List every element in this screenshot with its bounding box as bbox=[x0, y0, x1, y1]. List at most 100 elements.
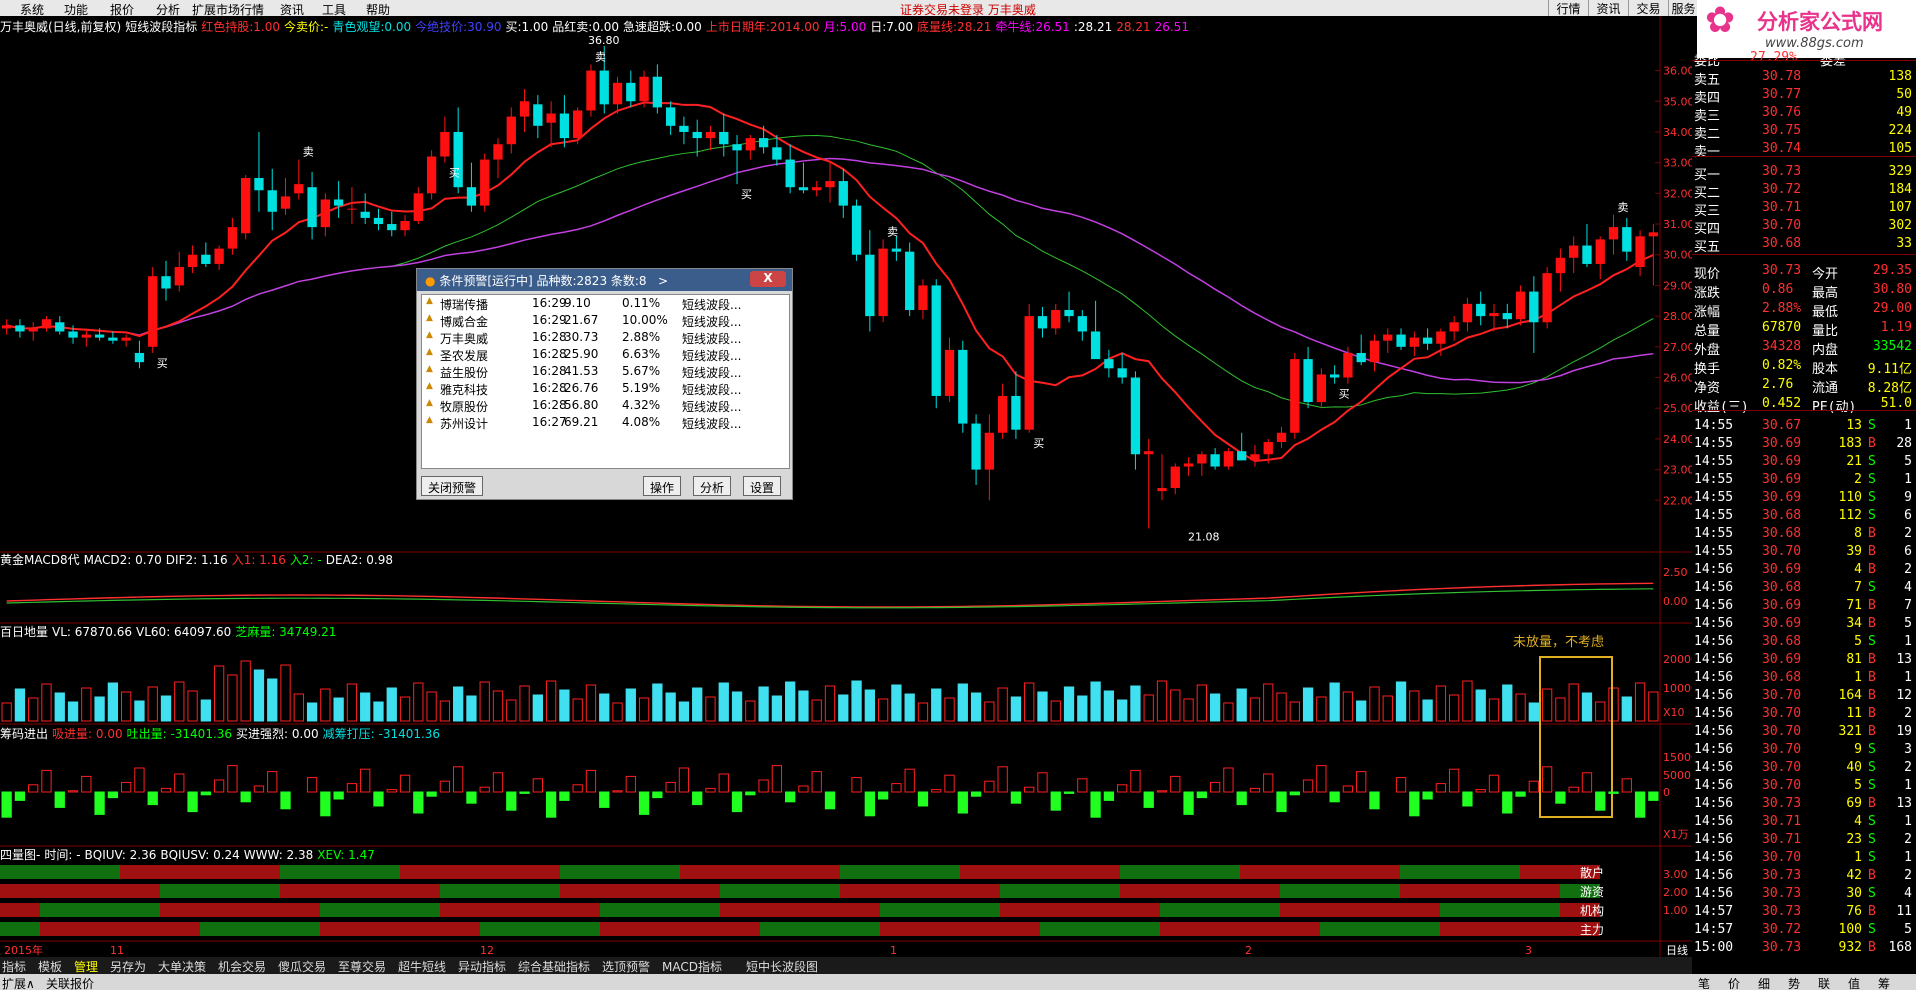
quote-label: 最高 bbox=[1812, 286, 1839, 301]
alert-list[interactable]: ▲ 博瑞传播 16:29 9.10 0.11% 短线波段... ▲ 博威合金 16:29 21.6… bbox=[421, 294, 790, 469]
four-volume-segment bbox=[1400, 865, 1440, 879]
detail-tab[interactable]: 笔 bbox=[1698, 975, 1710, 990]
tick-price: 30.71 bbox=[1762, 832, 1802, 847]
alert-dialog-arrow-icon[interactable]: > bbox=[650, 274, 668, 288]
arrow-up-icon: ▲ bbox=[426, 313, 433, 323]
close-alert-button[interactable]: 关闭预警 bbox=[421, 476, 484, 496]
four-volume-segment bbox=[360, 922, 400, 936]
kline-chart[interactable]: 36.0035.0034.0033.0032.0031.0030.0029.00… bbox=[0, 16, 1692, 957]
analyze-button[interactable]: 分析 bbox=[693, 476, 732, 496]
status-link[interactable]: 扩展∧ bbox=[2, 975, 35, 990]
chip-bar bbox=[1143, 791, 1154, 808]
quote-row: 收益(三) 0.452 PE(动) 51.0 bbox=[1692, 396, 1916, 415]
volume-bar bbox=[1037, 691, 1048, 722]
alert-price: 30.73 bbox=[564, 330, 599, 344]
detail-tab[interactable]: 值 bbox=[1848, 975, 1860, 990]
detail-tab[interactable]: 联 bbox=[1818, 975, 1830, 990]
volume-bar bbox=[559, 689, 570, 722]
volume-bar bbox=[439, 700, 451, 722]
indicator-tab[interactable]: 指标 bbox=[2, 958, 26, 975]
indicator-tab[interactable]: 异动指标 bbox=[458, 958, 506, 975]
indicator-tab[interactable]: 选顶预警 bbox=[602, 958, 650, 975]
candle-body bbox=[1210, 454, 1220, 467]
tick-price: 30.70 bbox=[1762, 706, 1802, 721]
alert-row[interactable]: ▲ 圣农发展 16:28 25.90 6.63% 短线波段... bbox=[422, 347, 787, 364]
tick-volume: 21 bbox=[1846, 454, 1862, 469]
indicator-tab[interactable]: 机会交易 bbox=[218, 958, 266, 975]
detail-tab[interactable]: 价 bbox=[1728, 975, 1740, 990]
tick-volume: 30 bbox=[1846, 886, 1862, 901]
candle-body bbox=[546, 113, 556, 123]
four-volume-segment bbox=[1320, 903, 1360, 917]
operate-button[interactable]: 操作 bbox=[643, 476, 682, 496]
detail-tab[interactable]: 细 bbox=[1758, 975, 1770, 990]
four-volume-segment bbox=[320, 884, 360, 898]
tick-count: 1 bbox=[1904, 778, 1912, 793]
orderbook-buy-row: 买五 30.68 33 bbox=[1692, 236, 1916, 255]
tick-side: S bbox=[1868, 760, 1876, 775]
indicator-tab[interactable]: 超牛短线 bbox=[398, 958, 446, 975]
title_line-item: 月:5.00 bbox=[823, 20, 867, 34]
settings-button[interactable]: 设置 bbox=[743, 476, 782, 496]
candle-body bbox=[28, 328, 38, 332]
chip-bar bbox=[1488, 774, 1500, 793]
sell-signal-label: 卖 bbox=[887, 225, 898, 238]
panel-separator bbox=[1692, 60, 1916, 61]
tick-volume: 39 bbox=[1846, 544, 1862, 559]
indicator-tab[interactable]: 另存为 bbox=[110, 958, 146, 975]
window-button-service[interactable]: 服务 bbox=[1668, 0, 1698, 16]
detail-tab[interactable]: 势 bbox=[1788, 975, 1800, 990]
alert-row[interactable]: ▲ 益生股份 16:28 41.53 5.67% 短线波段... bbox=[422, 364, 787, 381]
four-volume-segment bbox=[280, 903, 320, 917]
alert-row[interactable]: ▲ 牧原股份 16:28 56.80 4.32% 短线波段... bbox=[422, 398, 787, 415]
alert-dialog[interactable]: ● 条件预警[运行中] 品种数:2823 条数:8 > X ▲ 博瑞传播 16:29… bbox=[416, 268, 793, 500]
alert-dialog-title[interactable]: ● 条件预警[运行中] 品种数:2823 条数:8 > X bbox=[417, 269, 792, 291]
candle-body bbox=[347, 208, 357, 210]
candle-body bbox=[1064, 309, 1074, 317]
window-button-news[interactable]: 资讯 bbox=[1588, 0, 1628, 16]
tick-time: 14:56 bbox=[1694, 868, 1734, 883]
chip-bar bbox=[824, 791, 836, 810]
volume-bar bbox=[545, 680, 557, 722]
detail-tab[interactable]: 筹 bbox=[1878, 975, 1890, 990]
indicator-tab[interactable]: MACD指标 bbox=[662, 958, 722, 975]
alert-row[interactable]: ▲ 万丰奥威 16:28 30.73 2.88% 短线波段... bbox=[422, 330, 787, 347]
four-volume-segment bbox=[1440, 903, 1480, 917]
quote-row: 净资 2.76 流通 8.28亿 bbox=[1692, 377, 1916, 396]
alert-row[interactable]: ▲ 博威合金 16:29 21.67 10.00% 短线波段... bbox=[422, 313, 787, 330]
indicator-tab[interactable]: 至尊交易 bbox=[338, 958, 386, 975]
close-button[interactable]: X bbox=[750, 271, 786, 287]
four-volume-segment bbox=[1280, 884, 1320, 898]
indicator-tab[interactable]: 管理 bbox=[74, 958, 98, 975]
alert-name: 圣农发展 bbox=[440, 349, 489, 363]
status-bar: 扩展∧ 关联报价 笔 价 细 势 联 值 筹 bbox=[0, 974, 1916, 990]
alert-row[interactable]: ▲ 雅克科技 16:28 26.76 5.19% 短线波段... bbox=[422, 381, 787, 398]
vol_line-item: 百日地量 bbox=[0, 625, 49, 639]
indicator-tab[interactable]: 傻瓜交易 bbox=[278, 958, 326, 975]
indicator-tab[interactable]: 大单决策 bbox=[158, 958, 206, 975]
volume-bar bbox=[253, 669, 265, 722]
title_line-item: 品红卖:0.00 bbox=[552, 20, 620, 34]
four-volume-segment bbox=[1080, 884, 1120, 898]
indicator-tab[interactable]: 短中长波段图 bbox=[746, 958, 818, 975]
four-volume-segment bbox=[600, 903, 640, 917]
tick-side: S bbox=[1868, 490, 1876, 505]
alert-row[interactable]: ▲ 博瑞传播 16:29 9.10 0.11% 短线波段... bbox=[422, 296, 787, 313]
status-link[interactable]: 关联报价 bbox=[46, 975, 94, 990]
window-button-trade[interactable]: 交易 bbox=[1628, 0, 1668, 16]
tick-volume: 321 bbox=[1838, 724, 1862, 739]
alert-row[interactable]: ▲ 苏州设计 16:27 69.21 4.08% 短线波段... bbox=[422, 415, 787, 432]
tick-price: 30.68 bbox=[1762, 508, 1802, 523]
four-volume-segment bbox=[640, 884, 680, 898]
chip-bar bbox=[904, 768, 915, 793]
alert-pct: 0.11% bbox=[622, 296, 661, 310]
buy-level-label: 买四 bbox=[1694, 222, 1721, 237]
indicator-tab[interactable]: 综合基础指标 bbox=[518, 958, 590, 975]
indicator-tab[interactable]: 模板 bbox=[38, 958, 62, 975]
candle-body bbox=[586, 70, 596, 111]
volume-bar bbox=[638, 697, 650, 722]
four-volume-segment bbox=[480, 922, 520, 936]
volume-bar bbox=[147, 686, 158, 722]
chip-bar bbox=[227, 765, 238, 793]
window-button-quotes[interactable]: 行情 bbox=[1548, 0, 1588, 16]
